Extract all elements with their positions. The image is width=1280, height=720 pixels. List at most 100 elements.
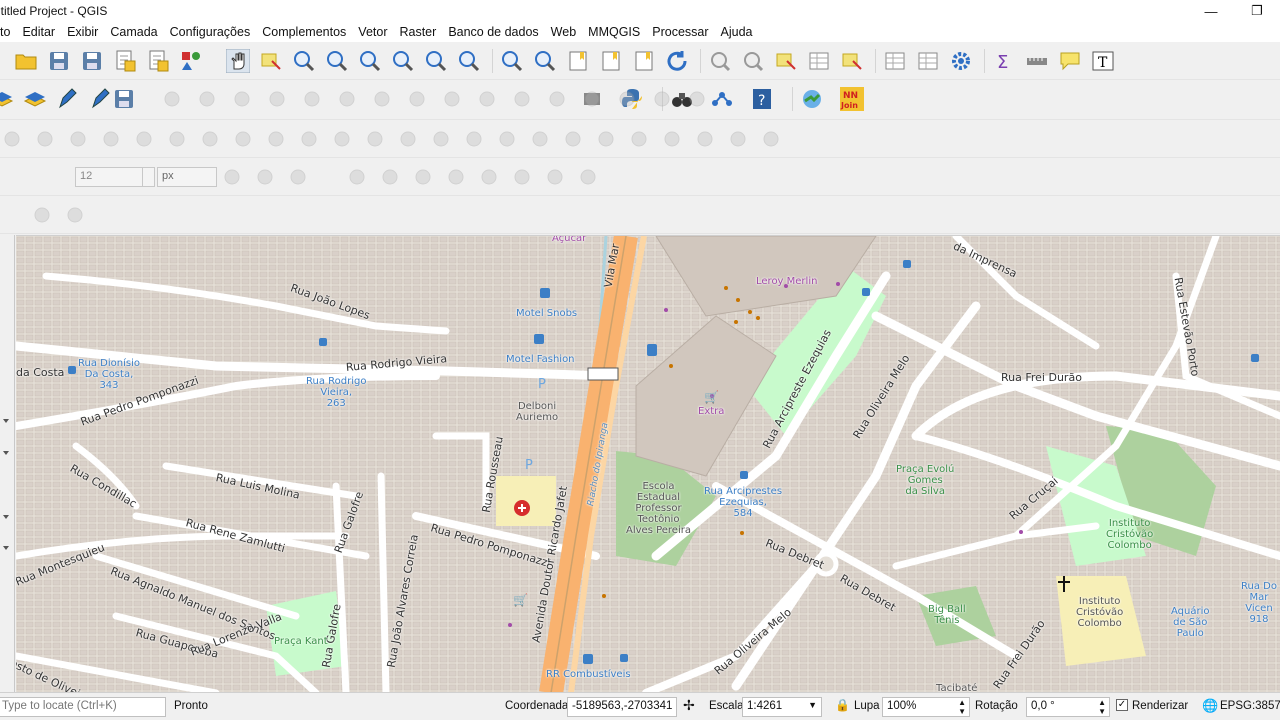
poi-label[interactable]: Motel Fashion [506,354,575,365]
network-icon[interactable] [710,87,734,111]
advanced-digitizing-icon[interactable] [231,127,255,151]
poi-label[interactable]: Praça Evolú Gomes da Silva [896,464,954,497]
map-tips-icon[interactable] [1058,49,1082,73]
lock-scale-icon[interactable]: 🔒 [835,698,850,712]
zoom-last-icon[interactable] [500,49,524,73]
magnifier-spinbox[interactable]: 100% ▲ ▼ [882,697,970,717]
menu-banco-de-dados[interactable]: Banco de dados [442,25,544,39]
label-tool-icon[interactable] [477,165,501,189]
advanced-digitizing-icon[interactable] [759,127,783,151]
label-tool-icon[interactable] [576,165,600,189]
menu-editar[interactable]: Editar [16,25,61,39]
poi-label[interactable]: Rua Do Mar Vicen 918 [1241,581,1277,625]
zoom-native-icon[interactable] [358,49,382,73]
scale-combobox[interactable]: 1:4261 ▼ [742,697,822,717]
poi-label[interactable]: Extra [698,406,724,417]
edit-tool-icon[interactable] [510,87,534,111]
advanced-digitizing-icon[interactable] [363,127,387,151]
spin-arrows-icon[interactable]: ▲ ▼ [958,698,966,716]
menu-mmqgis[interactable]: MMQGIS [582,25,646,39]
collapse-arrow-icon[interactable] [3,451,9,455]
poi-label[interactable]: Big Ball Tênis [928,604,966,626]
sum-icon[interactable]: Σ [992,49,1016,73]
advanced-digitizing-icon[interactable] [429,127,453,151]
edit-tool-icon[interactable] [370,87,394,111]
advanced-digitizing-icon[interactable] [264,127,288,151]
chevron-down-icon[interactable]: ▼ [808,700,817,710]
refresh-icon[interactable] [665,49,689,73]
pan-to-selection-icon[interactable] [259,49,283,73]
run-action-icon[interactable] [741,49,765,73]
new-layer-icon[interactable] [0,87,14,111]
poi-label[interactable]: Rua Dionísio Da Costa, 343 [78,358,140,391]
zoom-in-icon[interactable] [292,49,316,73]
left-dock-strip[interactable] [0,235,15,692]
poi-label[interactable]: Leroy Merlin [756,276,817,287]
label-tool-icon[interactable] [411,165,435,189]
advanced-digitizing-icon[interactable] [0,127,24,151]
render-checkbox[interactable]: ✓ [1116,699,1128,711]
poi-label[interactable]: Delboni Auriemo [516,401,558,423]
snapping-icon[interactable] [220,165,244,189]
edit-tool-icon[interactable] [265,87,289,111]
poi-label[interactable]: Instituto Cristóvão Colombo [1076,596,1123,629]
select-features-icon[interactable] [774,49,798,73]
advanced-digitizing-icon[interactable] [561,127,585,151]
new-bookmark-icon[interactable] [566,49,590,73]
poi-label[interactable]: Tacibaté [936,683,977,692]
label-tool-icon[interactable] [444,165,468,189]
advanced-digitizing-icon[interactable] [198,127,222,151]
deselect-icon[interactable] [840,49,864,73]
edit-tool-icon[interactable] [300,87,324,111]
menu-raster[interactable]: Raster [393,25,442,39]
poi-label[interactable]: Aquário de São Paulo [1171,606,1210,639]
text-annotation-icon[interactable]: T [1091,49,1115,73]
zoom-next-icon[interactable] [533,49,557,73]
crs-globe-icon[interactable]: 🌐 [1202,698,1218,714]
collapse-arrow-icon[interactable] [3,419,9,423]
edit-tool-icon[interactable] [160,87,184,111]
layout-manager-icon[interactable] [146,49,170,73]
edit-tool-icon[interactable] [615,87,639,111]
advanced-digitizing-icon[interactable] [528,127,552,151]
label-tool-icon[interactable] [345,165,369,189]
edit-tool-icon[interactable] [685,87,709,111]
unit-select[interactable]: px [157,167,217,187]
advanced-digitizing-icon[interactable] [396,127,420,151]
measure-icon[interactable] [1025,49,1049,73]
menu-web[interactable]: Web [545,25,582,39]
snapping-icon[interactable] [286,165,310,189]
settings-cog-icon[interactable] [949,49,973,73]
poi-label[interactable]: Escola Estadual Professor Teotônio Alves… [626,481,691,536]
spin-arrows-icon[interactable] [142,168,154,186]
poi-label[interactable]: Instituto Cristóvão Colombo [1106,518,1153,551]
menu-projeto[interactable]: to [0,25,16,39]
nnjoin-icon[interactable]: NN Join [840,87,864,111]
zoom-to-layer-icon[interactable] [457,49,481,73]
quickmapservices-icon[interactable] [800,87,824,111]
misc-tool-icon[interactable] [63,203,87,227]
edit-tool-icon[interactable] [580,87,604,111]
field-calculator-icon[interactable] [883,49,907,73]
edit-tool-icon[interactable] [650,87,674,111]
save-edits-icon[interactable] [112,87,136,111]
advanced-digitizing-icon[interactable] [660,127,684,151]
statistics-icon[interactable] [916,49,940,73]
advanced-digitizing-icon[interactable] [132,127,156,151]
snapping-icon[interactable] [253,165,277,189]
spatial-bookmark-icon[interactable] [632,49,656,73]
edit-tool-icon[interactable] [475,87,499,111]
edit-tool-icon[interactable] [335,87,359,111]
edit-tool-icon[interactable] [545,87,569,111]
save-icon[interactable] [47,49,71,73]
menu-processar[interactable]: Processar [646,25,714,39]
menu-exibir[interactable]: Exibir [61,25,104,39]
menu-camada[interactable]: Camada [104,25,163,39]
misc-tool-icon[interactable] [30,203,54,227]
collapse-arrow-icon[interactable] [3,515,9,519]
open-folder-icon[interactable] [14,49,38,73]
menu-ajuda[interactable]: Ajuda [715,25,759,39]
poi-label[interactable]: Açúcar [552,236,586,244]
zoom-full-icon[interactable] [391,49,415,73]
crs-button[interactable]: EPSG:3857 [1220,700,1280,712]
